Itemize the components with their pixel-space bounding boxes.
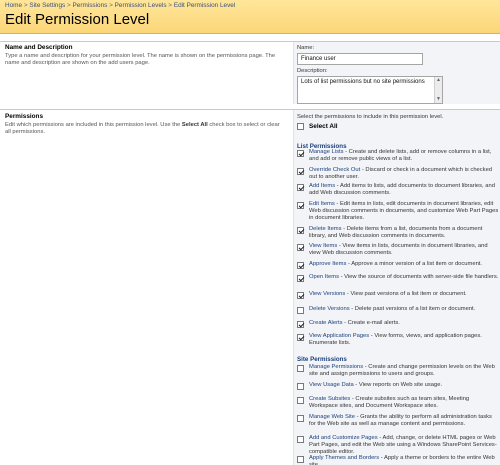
permission-item: View Items - View items in lists, docume… xyxy=(309,243,499,257)
permission-item: Delete Items - Delete items from a list,… xyxy=(309,226,499,240)
page-title: Edit Permission Level xyxy=(5,11,150,28)
permission-item: View Usage Data - View reports on Web si… xyxy=(309,382,499,389)
permissions-desc-part: Edit which permissions are included in t… xyxy=(5,122,182,128)
permission-item: Override Check Out - Discard or check in… xyxy=(309,167,499,181)
permission-name: Create Alerts xyxy=(309,320,343,326)
permissions-intro: Select the permissions to include in thi… xyxy=(297,114,444,120)
description-field[interactable]: Lots of list permissions but no site per… xyxy=(297,76,443,104)
scroll-up-icon[interactable]: ▲ xyxy=(436,78,441,83)
permission-desc: Create e-mail alerts. xyxy=(347,320,400,326)
permission-checkbox[interactable] xyxy=(297,202,304,209)
permission-item: Manage Permissions - Create and change p… xyxy=(309,364,499,378)
breadcrumb-separator: > xyxy=(168,2,173,9)
permission-name: Apply Themes and Borders xyxy=(309,455,380,461)
name-section-desc: Type a name and description for your per… xyxy=(5,53,276,66)
permission-name: Create Subsites xyxy=(309,396,351,402)
breadcrumb-home[interactable]: Home xyxy=(5,2,22,9)
permission-name: View Versions xyxy=(309,291,346,297)
permission-checkbox[interactable] xyxy=(297,244,304,251)
select-all-label[interactable]: Select All xyxy=(309,123,338,130)
permission-item: Add Items - Add items to lists, add docu… xyxy=(309,183,499,197)
permission-name: Manage Web Site xyxy=(309,414,355,420)
breadcrumb-permissions[interactable]: Permissions xyxy=(73,2,108,9)
permission-item: Create Alerts - Create e-mail alerts. xyxy=(309,320,499,327)
permission-name: Open Items xyxy=(309,274,339,280)
permission-item: Manage Lists - Create and delete lists, … xyxy=(309,149,499,163)
permission-checkbox[interactable] xyxy=(297,262,304,269)
permission-name: Delete Items xyxy=(309,226,342,232)
name-field[interactable]: Finance user xyxy=(297,53,423,65)
permissions-panel xyxy=(293,110,500,465)
permission-desc: Approve a minor version of a list item o… xyxy=(351,261,483,267)
permission-desc: View the source of documents with server… xyxy=(344,274,499,280)
permission-checkbox[interactable] xyxy=(297,184,304,191)
permission-checkbox[interactable] xyxy=(297,397,304,404)
permission-checkbox[interactable] xyxy=(297,321,304,328)
permission-checkbox[interactable] xyxy=(297,275,304,282)
permission-name: Edit Items xyxy=(309,201,335,207)
permission-checkbox[interactable] xyxy=(297,383,304,390)
permission-item: Open Items - View the source of document… xyxy=(309,274,499,281)
permission-item: Manage Web Site - Grants the ability to … xyxy=(309,414,499,428)
permission-name: Delete Versions xyxy=(309,306,350,312)
permission-item: Create Subsites - Create subsites such a… xyxy=(309,396,499,410)
permission-item: Edit Items - Edit items in lists, edit d… xyxy=(309,201,499,222)
permission-desc: View past versions of a list item or doc… xyxy=(350,291,467,297)
permission-checkbox[interactable] xyxy=(297,292,304,299)
breadcrumb-separator: > xyxy=(109,2,113,9)
breadcrumb-permission-levels[interactable]: Permission Levels xyxy=(115,2,167,9)
permission-name: Override Check Out xyxy=(309,167,361,173)
permission-name: Manage Permissions xyxy=(309,364,364,370)
name-label: Name: xyxy=(297,45,315,51)
scroll-down-icon[interactable]: ▼ xyxy=(436,97,441,102)
name-section-title: Name and Description xyxy=(5,44,73,51)
permission-checkbox[interactable] xyxy=(297,456,304,463)
select-all-checkbox[interactable] xyxy=(297,123,304,130)
permission-checkbox[interactable] xyxy=(297,150,304,157)
permission-desc: View reports on Web site usage. xyxy=(358,382,443,388)
permissions-desc-bold: Select All xyxy=(181,122,208,128)
permission-item: Delete Versions - Delete past versions o… xyxy=(309,306,499,313)
permission-item: Add and Customize Pages - Add, change, o… xyxy=(309,435,499,456)
permission-name: Manage Lists xyxy=(309,149,344,155)
description-label: Description: xyxy=(297,68,328,74)
permission-checkbox[interactable] xyxy=(297,334,304,341)
permission-checkbox[interactable] xyxy=(297,365,304,372)
permission-name: Add Items xyxy=(309,183,336,189)
permission-checkbox[interactable] xyxy=(297,436,304,443)
permission-checkbox[interactable] xyxy=(297,307,304,314)
permission-name: Add and Customize Pages xyxy=(309,435,378,441)
permissions-section-desc: Edit which permissions are included in t… xyxy=(5,122,285,136)
description-text: Lots of list permissions but no site per… xyxy=(301,79,425,85)
permission-item: Apply Themes and Borders - Apply a theme… xyxy=(309,455,499,465)
permission-checkbox[interactable] xyxy=(297,415,304,422)
permission-item: Approve Items - Approve a minor version … xyxy=(309,261,499,268)
site-permissions-heading: Site Permissions xyxy=(297,356,347,363)
breadcrumb-separator: > xyxy=(23,2,28,9)
permission-name: View Usage Data xyxy=(309,382,354,388)
page-header: Home > Site Settings > Permissions > Per… xyxy=(0,0,500,34)
permission-checkbox[interactable] xyxy=(297,168,304,175)
permission-name: Approve Items xyxy=(309,261,347,267)
breadcrumb: Home > Site Settings > Permissions > Per… xyxy=(5,2,235,9)
permission-name: View Application Pages xyxy=(309,333,370,339)
breadcrumb-current: Edit Permission Level xyxy=(173,2,236,9)
permission-item: View Versions - View past versions of a … xyxy=(309,291,499,298)
permission-item: View Application Pages - View forms, vie… xyxy=(309,333,499,347)
breadcrumb-separator: > xyxy=(67,2,71,9)
description-scrollbar[interactable]: ▲ ▼ xyxy=(434,77,442,103)
permissions-section-title: Permissions xyxy=(5,113,44,120)
breadcrumb-site-settings[interactable]: Site Settings xyxy=(29,2,65,9)
permission-name: View Items xyxy=(309,243,338,249)
permission-desc: Delete past versions of a list item or d… xyxy=(354,306,476,312)
permission-checkbox[interactable] xyxy=(297,227,304,234)
